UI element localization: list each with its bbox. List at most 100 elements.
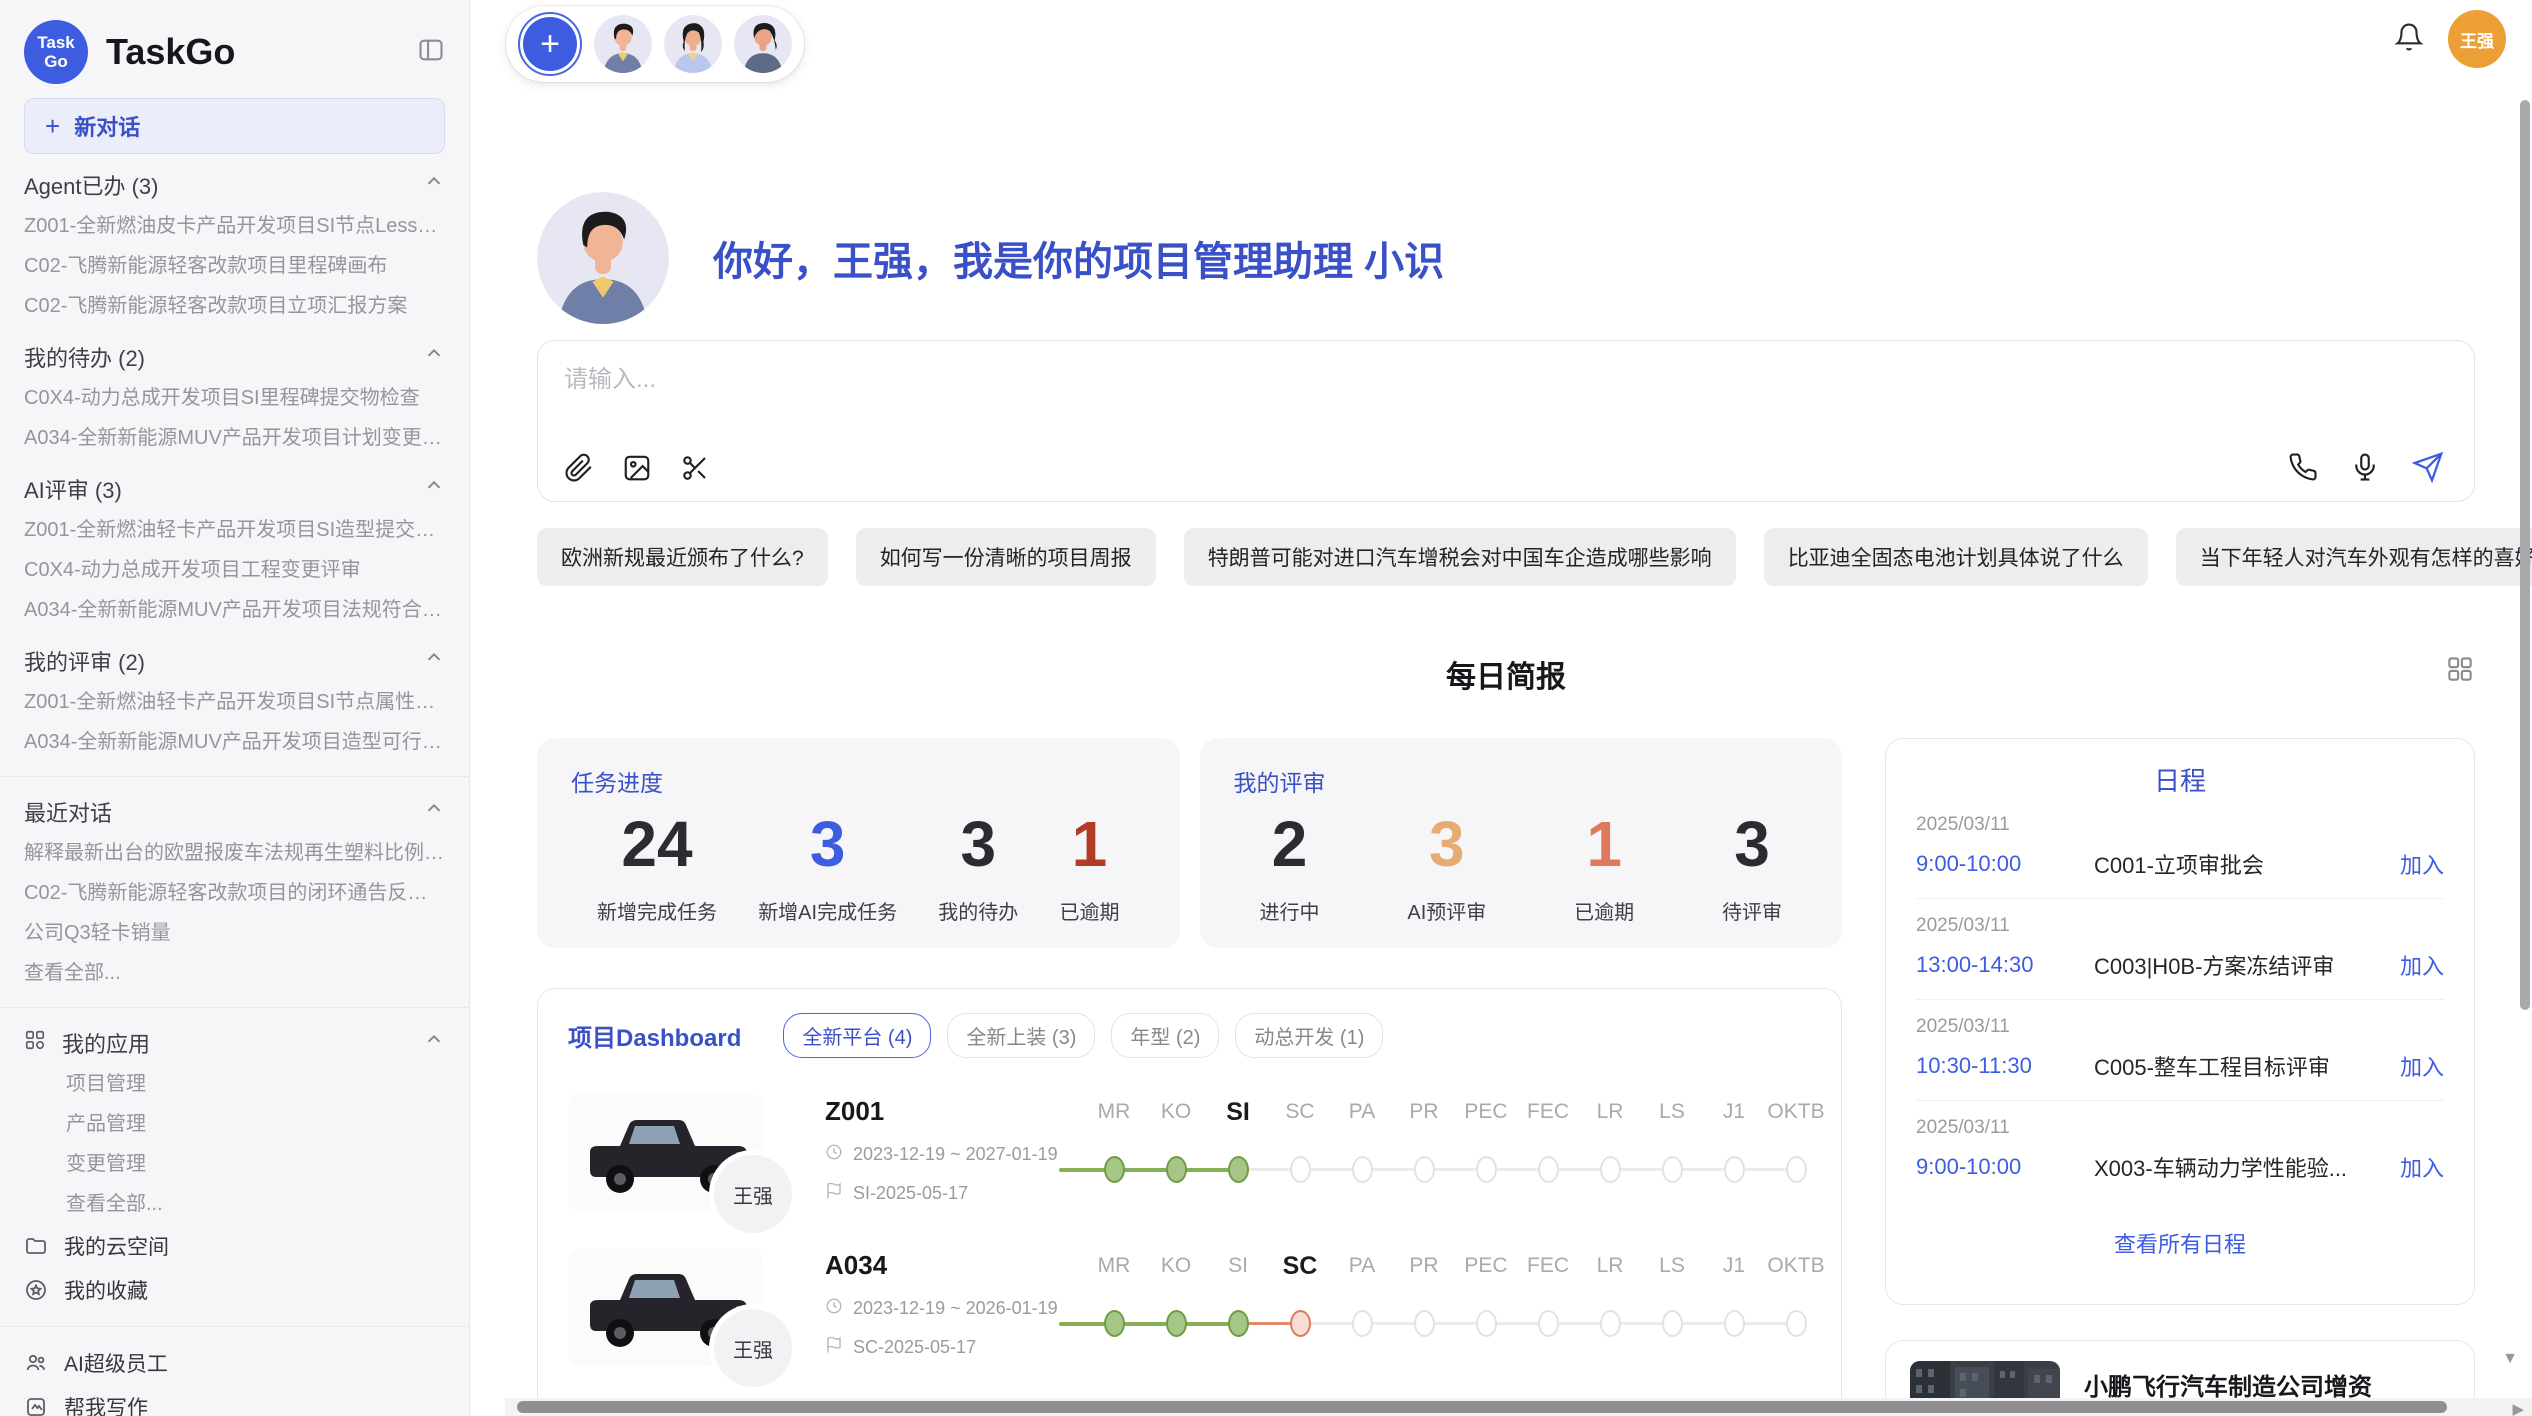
stat-items: 2进行中3AI预评审1已逾期3待评审 — [1234, 808, 1809, 925]
sidebar-collapse-icon[interactable] — [417, 36, 445, 69]
project-flag-milestone: SI-2025-05-17 — [825, 1182, 1063, 1205]
project-code: A034 — [825, 1250, 1063, 1281]
my-apps-header[interactable]: 我的应用 — [24, 1022, 445, 1064]
sidebar-group-header[interactable]: AI评审 (3) — [24, 468, 445, 510]
sidebar-item-help-write[interactable]: 帮我写作 — [24, 1385, 445, 1416]
sidebar-item-cloud-space[interactable]: 我的云空间 — [24, 1224, 445, 1268]
stat-label: 新增AI完成任务 — [758, 896, 897, 925]
project-row[interactable]: 王强A0342023-12-19 ~ 2026-01-19SC-2025-05-… — [568, 1248, 1811, 1366]
suggestion-chip[interactable]: 特朗普可能对进口汽车增税会对中国车企造成哪些影响 — [1184, 528, 1736, 586]
sidebar-task-item[interactable]: C0X4-动力总成开发项目工程变更评审 — [24, 550, 445, 590]
sidebar-task-item[interactable]: C02-飞腾新能源轻客改款项目立项汇报方案 — [24, 286, 445, 326]
composer-attachments — [564, 453, 710, 483]
chat-input[interactable] — [564, 359, 1883, 423]
sidebar-task-item[interactable]: C02-飞腾新能源轻客改款项目里程碑画布 — [24, 246, 445, 286]
milestone-dot — [1476, 1156, 1497, 1183]
user-avatar[interactable]: 王强 — [2448, 10, 2506, 68]
sidebar-item-favorites[interactable]: 我的收藏 — [24, 1268, 445, 1312]
horizontal-scrollbar-thumb[interactable] — [517, 1401, 2447, 1413]
suggestion-chip[interactable]: 当下年轻人对汽车外观有怎样的喜好趋势 — [2176, 528, 2532, 586]
sidebar-item-ai-super-staff[interactable]: AI超级员工 — [24, 1341, 445, 1385]
send-icon[interactable] — [2412, 451, 2444, 483]
view-all-chats-link[interactable]: 查看全部... — [24, 953, 445, 993]
milestone-dot-cell — [1703, 1310, 1765, 1337]
recent-chat-item[interactable]: C02-飞腾新能源轻客改款项目的闭环通告反馈情况 — [24, 873, 445, 913]
sidebar-task-item[interactable]: Z001-全新燃油皮卡产品开发项目SI节点Lesson Learn报告 — [24, 206, 445, 246]
chevron-up-icon — [423, 647, 445, 675]
milestone-dot — [1662, 1310, 1683, 1337]
agent-avatar-2[interactable] — [664, 15, 722, 73]
project-thumbnail: 王强 — [568, 1248, 763, 1366]
recent-chat-item[interactable]: 解释最新出台的欧盟报废车法规再生塑料比例被调至15%... — [24, 833, 445, 873]
recent-chats-list: 解释最新出台的欧盟报废车法规再生塑料比例被调至15%...C02-飞腾新能源轻客… — [24, 833, 445, 993]
scroll-right-arrow[interactable]: ▶ — [2512, 1400, 2524, 1416]
milestone-label: J1 — [1703, 1248, 1765, 1284]
schedule-date: 2025/03/11 — [1916, 915, 2444, 937]
project-row[interactable]: 王强Z0012023-12-19 ~ 2027-01-19SI-2025-05-… — [568, 1094, 1811, 1212]
recent-chat-item[interactable]: 公司Q3轻卡销量 — [24, 913, 445, 953]
schedule-time: 9:00-10:00 — [1916, 1154, 2094, 1180]
milestone-dot — [1724, 1156, 1745, 1183]
suggestion-chip[interactable]: 欧洲新规最近颁布了什么? — [537, 528, 828, 586]
sidebar-group-header[interactable]: 我的评审 (2) — [24, 640, 445, 682]
view-all-schedule-link[interactable]: 查看所有日程 — [1916, 1227, 2444, 1259]
sidebar-task-item[interactable]: A034-全新新能源MUV产品开发项目计划变更表编写 — [24, 418, 445, 458]
vertical-scrollbar-thumb[interactable] — [2520, 100, 2530, 1010]
project-list: 王强Z0012023-12-19 ~ 2027-01-19SI-2025-05-… — [568, 1094, 1811, 1416]
dashboard-tab[interactable]: 全新上装 (3) — [947, 1013, 1095, 1058]
suggestion-chip[interactable]: 比亚迪全固态电池计划具体说了什么 — [1764, 528, 2148, 586]
app-item[interactable]: 项目管理 — [24, 1064, 445, 1104]
milestone-label: OKTB — [1765, 1094, 1827, 1130]
milestone-dot-cell — [1579, 1156, 1641, 1183]
sidebar-task-item[interactable]: A034-全新新能源MUV产品开发项目造型可行性评审 — [24, 722, 445, 762]
dashboard-tab[interactable]: 动总开发 (1) — [1235, 1013, 1383, 1058]
dashboard-header: 项目Dashboard 全新平台 (4)全新上装 (3)年型 (2)动总开发 (… — [568, 1013, 1811, 1058]
star-medal-icon — [24, 1278, 48, 1302]
assistant-greeting-block: 你好，王强，我是你的项目管理助理 小识 — [537, 192, 2475, 324]
app-item[interactable]: 产品管理 — [24, 1104, 445, 1144]
milestone-dot — [1414, 1156, 1435, 1183]
notification-bell-icon[interactable] — [2394, 22, 2424, 57]
stat-card-title: 任务进度 — [571, 764, 1146, 798]
dashboard-tab[interactable]: 全新平台 (4) — [783, 1013, 931, 1058]
recent-chats-header[interactable]: 最近对话 — [24, 791, 445, 833]
microphone-icon[interactable] — [2350, 452, 2380, 482]
sidebar-task-item[interactable]: C0X4-动力总成开发项目SI里程碑提交物检查 — [24, 378, 445, 418]
sidebar-group-header[interactable]: 我的待办 (2) — [24, 336, 445, 378]
chevron-up-icon — [423, 798, 445, 826]
join-meeting-link[interactable]: 加入 — [2400, 848, 2444, 880]
add-agent-button[interactable]: + — [518, 12, 582, 76]
join-meeting-link[interactable]: 加入 — [2400, 1050, 2444, 1082]
dashboard-tab[interactable]: 年型 (2) — [1111, 1013, 1219, 1058]
sidebar-task-item[interactable]: Z001-全新燃油轻卡产品开发项目SI节点属性5D文件评审 — [24, 682, 445, 722]
new-chat-button[interactable]: + 新对话 — [24, 98, 445, 154]
agent-avatar-1[interactable] — [594, 15, 652, 73]
suggestion-chip[interactable]: 如何写一份清晰的项目周报 — [856, 528, 1156, 586]
sidebar-task-item[interactable]: Z001-全新燃油轻卡产品开发项目SI造型提交物评审 — [24, 510, 445, 550]
agent-switcher: + — [506, 6, 804, 82]
milestone-dot — [1724, 1310, 1745, 1337]
join-meeting-link[interactable]: 加入 — [2400, 949, 2444, 981]
sidebar-task-item[interactable]: A034-全新新能源MUV产品开发项目法规符合性评审 — [24, 590, 445, 630]
milestone-label: KO — [1145, 1248, 1207, 1284]
image-upload-icon[interactable] — [622, 453, 652, 483]
layout-grid-icon[interactable] — [2445, 654, 2475, 689]
milestone-dot-cell — [1641, 1156, 1703, 1183]
voice-call-icon[interactable] — [2288, 452, 2318, 482]
schedule-row: 10:30-11:30C005-整车工程目标评审加入 — [1916, 1050, 2444, 1082]
attachment-icon[interactable] — [564, 453, 594, 483]
app-item[interactable]: 查看全部... — [24, 1184, 445, 1224]
join-meeting-link[interactable]: 加入 — [2400, 1151, 2444, 1183]
milestone-dot — [1290, 1310, 1311, 1337]
scroll-down-arrow[interactable]: ▼ — [2502, 1350, 2518, 1368]
scissors-icon[interactable] — [680, 453, 710, 483]
stat: 1已逾期 — [1574, 808, 1634, 925]
agent-avatar-3[interactable] — [734, 15, 792, 73]
milestone-dot-cell — [1455, 1310, 1517, 1337]
sidebar-group-header[interactable]: Agent已办 (3) — [24, 164, 445, 206]
divider — [0, 1326, 469, 1327]
app-title: TaskGo — [106, 31, 417, 73]
people-icon — [24, 1351, 48, 1375]
stat-label: 新增完成任务 — [597, 896, 717, 925]
app-item[interactable]: 变更管理 — [24, 1144, 445, 1184]
